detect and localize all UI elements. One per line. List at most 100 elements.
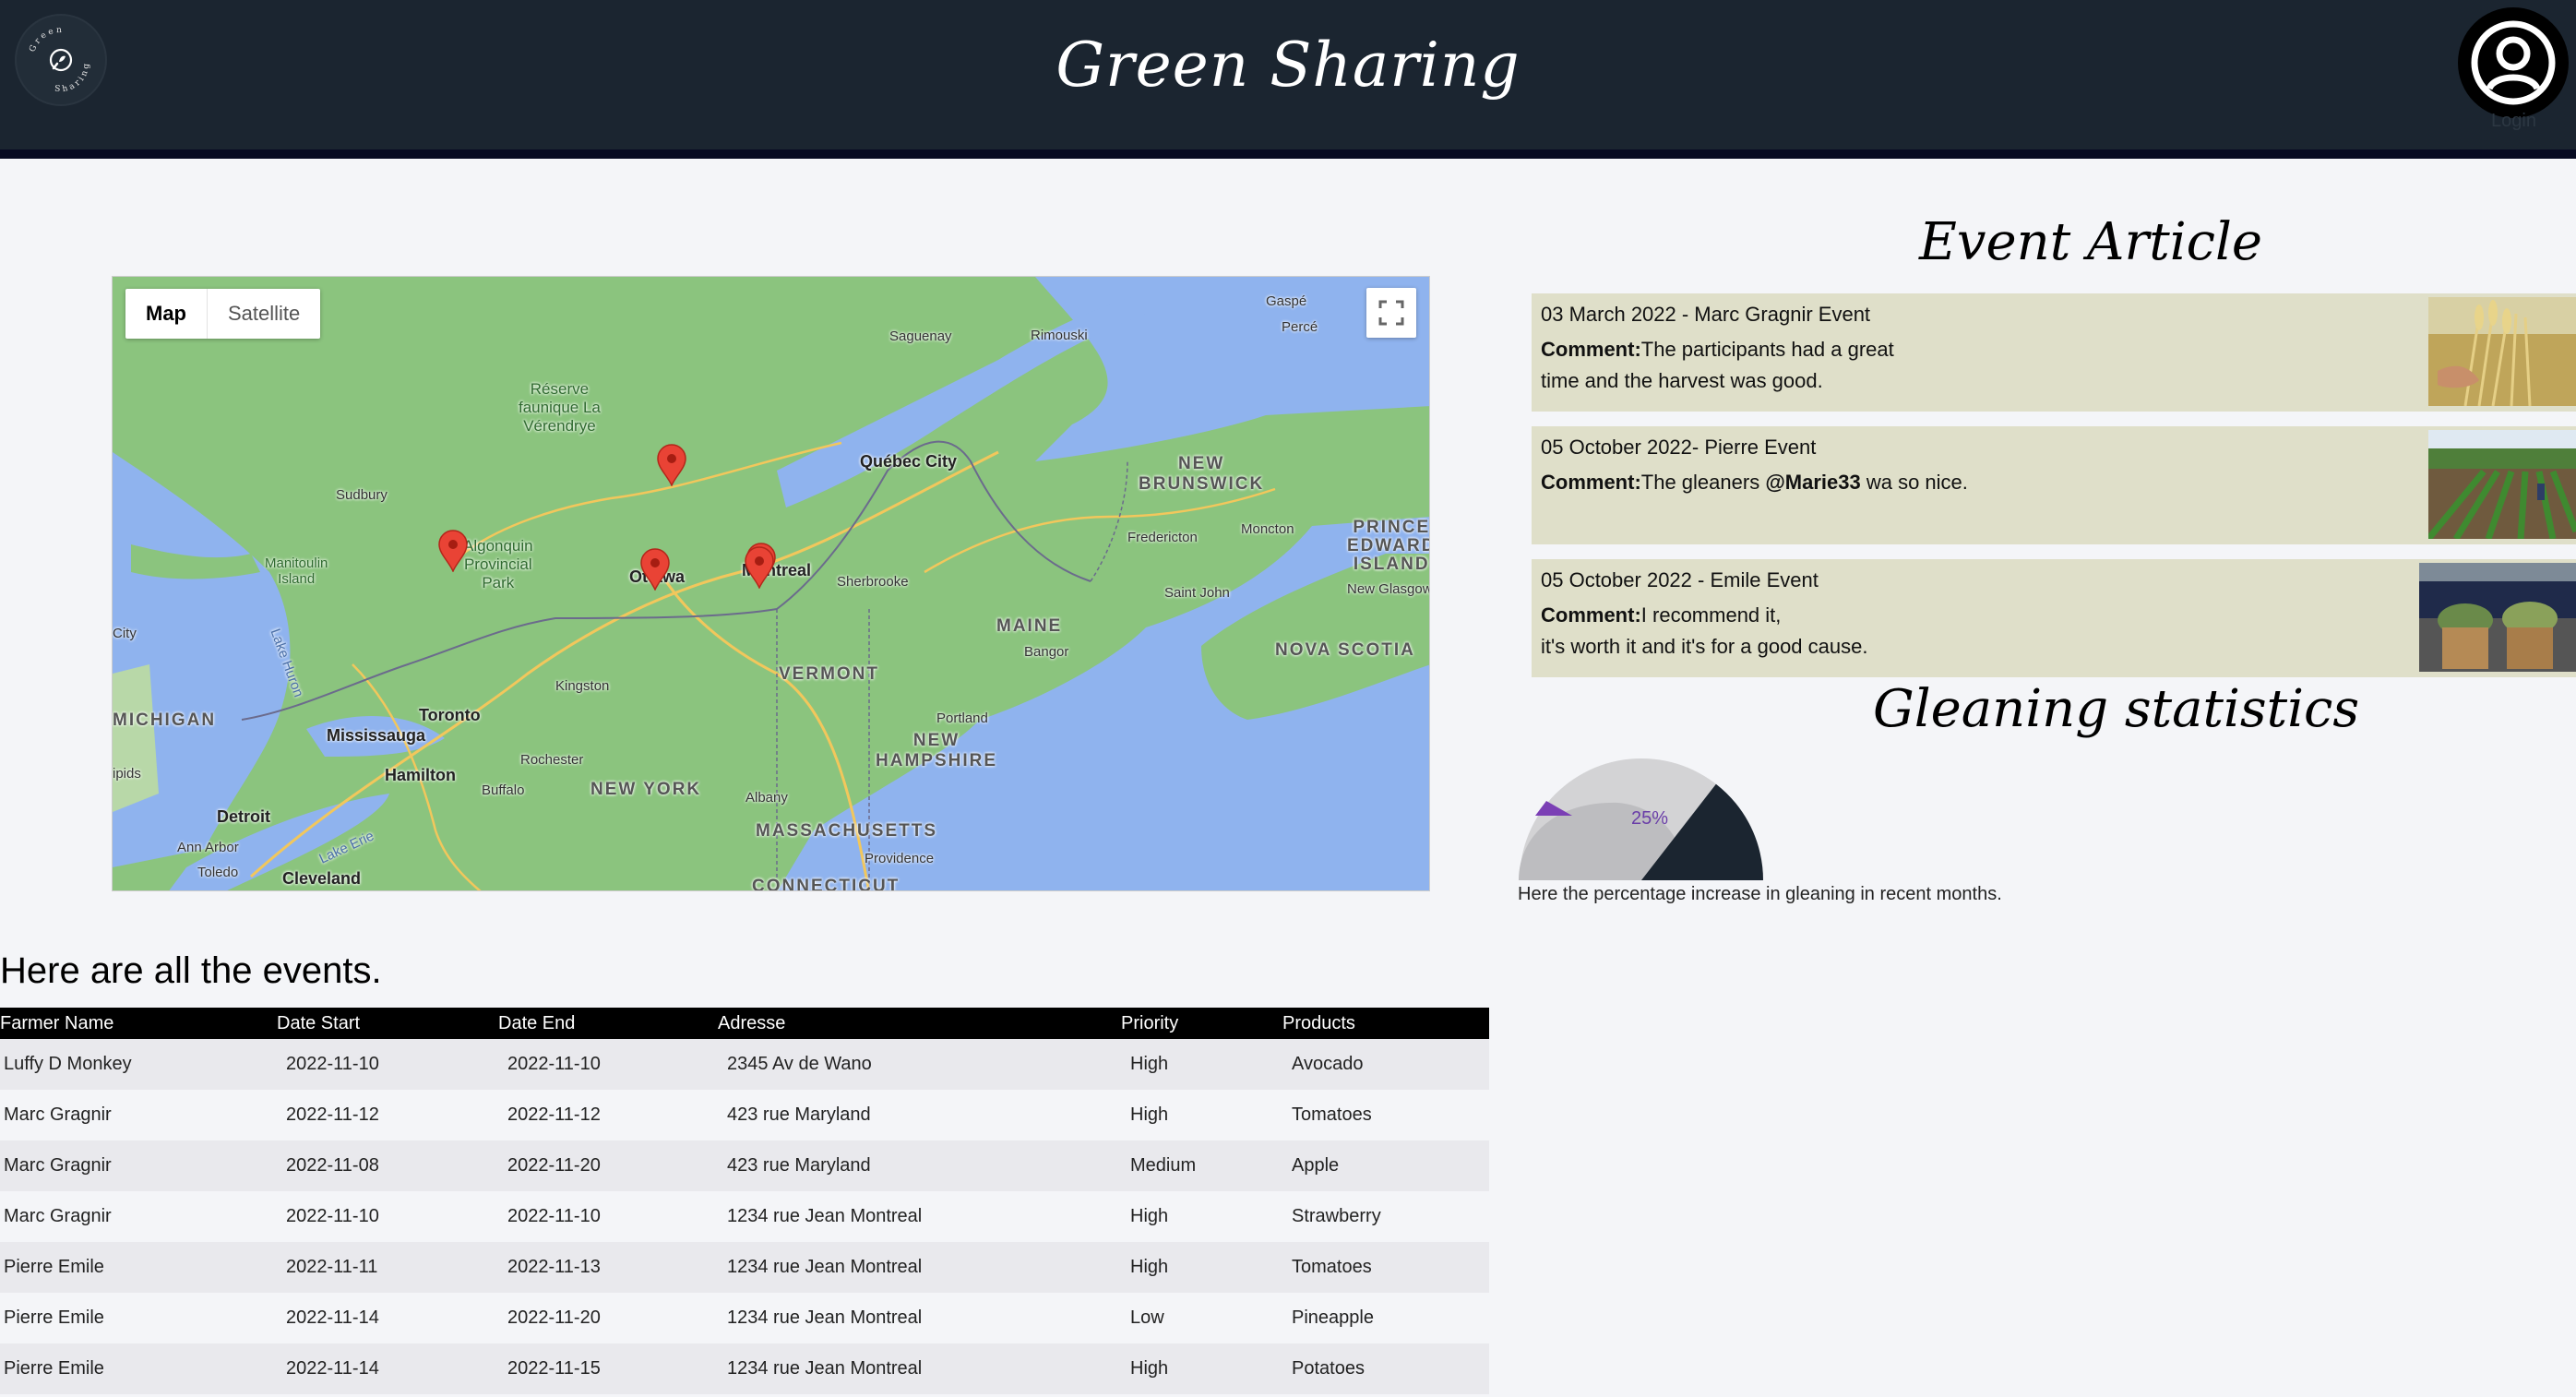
table-cell: Marc Gragnir bbox=[4, 1104, 112, 1125]
map-label: Gaspé bbox=[1266, 293, 1307, 309]
table-cell: 1234 rue Jean Montreal bbox=[727, 1206, 923, 1226]
comment-label: Comment: bbox=[1541, 338, 1641, 361]
map-label: Percé bbox=[1282, 319, 1318, 335]
map-label: ipids bbox=[113, 766, 141, 782]
map-label: Hamilton bbox=[385, 766, 457, 784]
events-map[interactable]: Map Satellite Gaspé Percé Saguenay Rimou… bbox=[112, 276, 1430, 891]
map-label: Toledo bbox=[197, 865, 239, 880]
table-cell: 1234 rue Jean Montreal bbox=[727, 1257, 923, 1277]
map-label: New Glasgow bbox=[1347, 581, 1430, 597]
user-account-button[interactable] bbox=[2458, 7, 2569, 118]
table-cell: Marc Gragnir bbox=[4, 1206, 112, 1226]
map-label: Rimouski bbox=[1031, 328, 1088, 343]
login-link[interactable]: Login bbox=[2491, 111, 2536, 132]
event-marker[interactable] bbox=[437, 530, 469, 572]
events-heading: Here are all the events. bbox=[0, 950, 382, 991]
mention[interactable]: @Marie33 bbox=[1765, 471, 1860, 494]
comment-text: The gleaners bbox=[1640, 471, 1766, 494]
table-row[interactable]: Marc Gragnir 2022-11-12 2022-11-12 423 rue … bbox=[0, 1090, 1489, 1140]
fullscreen-button[interactable] bbox=[1366, 288, 1416, 338]
table-cell: Pierre Emile bbox=[4, 1358, 104, 1379]
map-label: MAINE bbox=[996, 616, 1063, 636]
statistics-caption: Here the percentage increase in gleaning… bbox=[1518, 884, 2002, 904]
comment-text: I recommend it, bbox=[1640, 603, 1782, 627]
column-header: Date End bbox=[498, 1012, 576, 1033]
table-cell: Apple bbox=[1292, 1155, 1340, 1176]
table-cell: 2022-11-14 bbox=[286, 1358, 379, 1379]
article-comment: Comment:I recommend it, it's worth it an… bbox=[1541, 600, 2057, 663]
comment-text: time and the harvest was good. bbox=[1541, 369, 1823, 392]
map-label: MASSACHUSETTS bbox=[756, 821, 938, 841]
table-row[interactable]: Luffy D Monkey 2022-11-10 2022-11-10 2345 A… bbox=[0, 1039, 1489, 1090]
table-cell: Luffy D Monkey bbox=[4, 1054, 132, 1074]
table-row[interactable]: Pierre Emile 2022-11-14 2022-11-15 1234 rue… bbox=[0, 1343, 1489, 1394]
map-label: Cleveland bbox=[282, 869, 362, 888]
table-cell: Low bbox=[1130, 1307, 1164, 1328]
table-cell: High bbox=[1130, 1358, 1169, 1379]
gleaning-gauge: 25% bbox=[1519, 758, 1763, 880]
event-marker[interactable] bbox=[744, 546, 775, 589]
map-label: Québec City bbox=[860, 452, 958, 471]
table-cell: High bbox=[1130, 1054, 1169, 1074]
map-label: Mississauga bbox=[327, 726, 426, 745]
table-cell: Tomatoes bbox=[1292, 1257, 1372, 1277]
table-cell: 2022-11-12 bbox=[507, 1104, 601, 1125]
article-image-wheat bbox=[2428, 297, 2576, 406]
map-label: Buffalo bbox=[482, 782, 525, 798]
comment-text: wa so nice. bbox=[1860, 471, 1968, 494]
table-cell: Marc Gragnir bbox=[4, 1155, 112, 1176]
site-title: Green Sharing bbox=[1055, 30, 1521, 101]
table-cell: 2022-11-10 bbox=[507, 1206, 601, 1226]
map-label: Fredericton bbox=[1127, 530, 1198, 545]
gauge-percent-label: 25% bbox=[1631, 808, 1668, 829]
map-label: PRINCE EDWARD ISLAND bbox=[1347, 518, 1430, 574]
table-cell: 2022-11-14 bbox=[286, 1307, 379, 1328]
table-cell: Potatoes bbox=[1292, 1358, 1365, 1379]
map-label: Ann Arbor bbox=[177, 840, 239, 855]
map-label: Réserve faunique La Vérendrye bbox=[519, 380, 601, 435]
column-header: Date Start bbox=[277, 1012, 361, 1033]
table-header-row: Farmer Name Date Start Date End Adresse … bbox=[0, 1008, 1489, 1039]
map-label: Kingston bbox=[555, 678, 610, 694]
table-cell: 2022-11-08 bbox=[286, 1155, 379, 1176]
table-row[interactable]: Marc Gragnir 2022-11-08 2022-11-20 423 rue … bbox=[0, 1140, 1489, 1191]
map-label: VERMONT bbox=[779, 664, 879, 684]
map-type-satellite[interactable]: Satellite bbox=[208, 289, 320, 339]
map-label: Sherbrooke bbox=[837, 574, 909, 590]
comment-text: The participants had a great bbox=[1640, 338, 1894, 361]
site-header: Green Sharing Green Sharing Login bbox=[0, 0, 2576, 159]
column-header: Farmer Name bbox=[0, 1012, 114, 1033]
fullscreen-icon bbox=[1378, 300, 1404, 326]
table-cell: 2022-11-10 bbox=[507, 1054, 601, 1074]
column-header: Adresse bbox=[718, 1012, 786, 1033]
table-row[interactable]: Pierre Emile 2022-11-11 2022-11-13 1234 rue… bbox=[0, 1242, 1489, 1293]
article-card[interactable]: 05 October 2022- Pierre Event Comment:Th… bbox=[1532, 426, 2576, 544]
map-label: Sudbury bbox=[336, 487, 388, 503]
event-marker[interactable] bbox=[639, 548, 671, 591]
article-card[interactable]: 05 October 2022 - Emile Event Comment:I … bbox=[1532, 559, 2576, 677]
map-label: Bangor bbox=[1024, 644, 1069, 660]
column-header: Priority bbox=[1121, 1012, 1179, 1033]
event-marker[interactable] bbox=[656, 444, 687, 486]
map-label: City bbox=[113, 626, 137, 641]
table-cell: 1234 rue Jean Montreal bbox=[727, 1307, 923, 1328]
table-row[interactable]: Pierre Emile 2022-11-14 2022-11-20 1234 rue… bbox=[0, 1293, 1489, 1343]
map-label: Algonquin Provincial Park bbox=[463, 537, 533, 591]
map-label: NEW YORK bbox=[590, 780, 702, 799]
comment-text: it's worth it and it's for a good cause. bbox=[1541, 635, 1868, 658]
article-title: 05 October 2022- Pierre Event bbox=[1541, 436, 1817, 459]
table-cell: 2022-11-15 bbox=[507, 1358, 601, 1379]
table-cell: 2022-11-11 bbox=[286, 1257, 378, 1277]
article-title: 03 March 2022 - Marc Gragnir Event bbox=[1541, 303, 1871, 326]
table-row[interactable]: Marc Gragnir 2022-11-10 2022-11-10 1234 rue… bbox=[0, 1191, 1489, 1242]
table-cell: 2022-11-13 bbox=[507, 1257, 601, 1277]
map-type-map[interactable]: Map bbox=[125, 289, 208, 339]
article-card[interactable]: 03 March 2022 - Marc Gragnir Event Comme… bbox=[1532, 293, 2576, 412]
table-cell: High bbox=[1130, 1257, 1169, 1277]
comment-label: Comment: bbox=[1541, 471, 1641, 494]
map-label: Saint John bbox=[1164, 585, 1230, 601]
map-type-control[interactable]: Map Satellite bbox=[125, 289, 321, 339]
article-image-truck bbox=[2419, 563, 2576, 672]
table-cell: 423 rue Maryland bbox=[727, 1155, 871, 1176]
article-image-field bbox=[2428, 430, 2576, 539]
